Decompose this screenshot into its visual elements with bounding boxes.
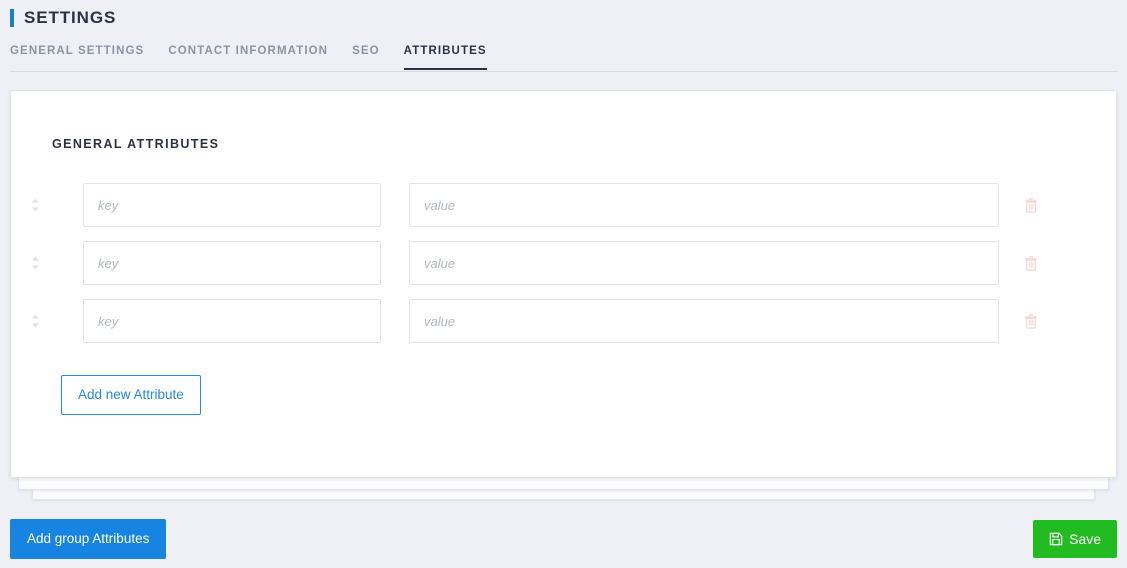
attribute-value-input[interactable]: value [409,299,999,343]
save-button[interactable]: Save [1033,520,1117,558]
trash-icon [1024,313,1038,329]
trash-icon [1024,197,1038,213]
save-label: Save [1069,531,1101,547]
title-accent-bar [10,9,14,27]
tab-bar: GENERAL SETTINGS CONTACT INFORMATION SEO AT… [0,36,1127,72]
attribute-key-input[interactable]: key [83,241,381,285]
page-title: SETTINGS [24,8,117,27]
attribute-value-input[interactable]: value [409,241,999,285]
attribute-value-input[interactable]: value [409,183,999,227]
delete-attribute-button[interactable] [1016,197,1046,213]
tab-seo[interactable]: SEO [352,45,380,70]
drag-handle-icon[interactable] [21,197,49,213]
tab-list: GENERAL SETTINGS CONTACT INFORMATION SEO AT… [0,36,1127,70]
drag-handle-icon[interactable] [21,313,49,329]
attribute-value-placeholder: value [424,197,456,213]
tab-general-settings[interactable]: GENERAL SETTINGS [10,45,144,70]
attribute-key-input[interactable]: key [83,183,381,227]
attribute-key-placeholder: key [98,255,119,271]
footer-bar: Add group Attributes Save [0,510,1127,568]
add-group-attributes-button[interactable]: Add group Attributes [10,519,167,559]
delete-attribute-button[interactable] [1016,313,1046,329]
tab-contact-information[interactable]: CONTACT INFORMATION [168,45,328,70]
attributes-card: GENERAL ATTRIBUTES key value key value key va… [10,90,1117,478]
attribute-key-placeholder: key [98,313,119,329]
attribute-rows: key value key value key value [11,151,1116,343]
attribute-value-placeholder: value [424,313,456,329]
add-new-attribute-button[interactable]: Add new Attribute [61,375,201,415]
attribute-row: key value [11,183,1116,227]
attribute-row: key value [11,299,1116,343]
save-icon [1049,532,1063,546]
delete-attribute-button[interactable] [1016,255,1046,271]
trash-icon [1024,255,1038,271]
tab-divider [10,71,1117,72]
tab-attributes[interactable]: ATTRIBUTES [403,45,487,70]
section-title: GENERAL ATTRIBUTES [52,137,220,151]
attribute-value-placeholder: value [424,255,456,271]
attribute-row: key value [11,241,1116,285]
drag-handle-icon[interactable] [21,255,49,271]
attribute-key-placeholder: key [98,197,119,213]
attribute-key-input[interactable]: key [83,299,381,343]
card-stack-layer-front [18,476,1109,490]
page-header: SETTINGS [0,0,1127,30]
